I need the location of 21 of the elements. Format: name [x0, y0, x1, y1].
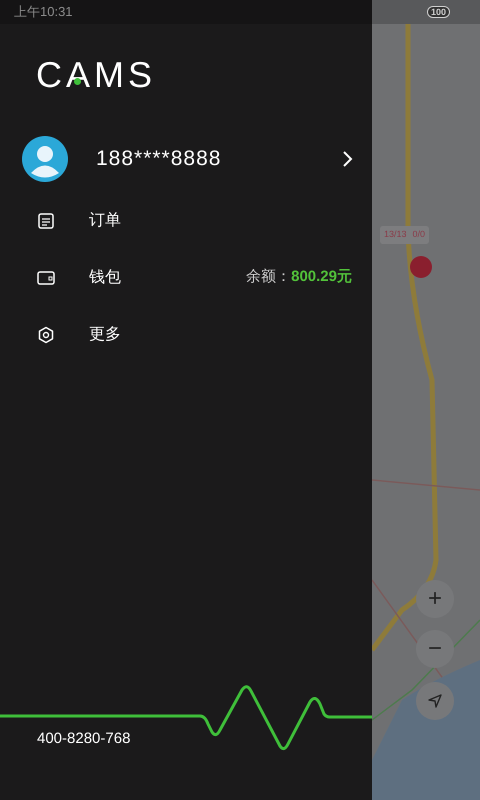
badge-count: 13/13: [384, 228, 407, 242]
logo: CAMS: [36, 56, 156, 94]
avatar-icon: [22, 136, 68, 182]
profile-row[interactable]: 188****8888: [0, 134, 372, 184]
badge-count: 0/0: [412, 228, 426, 242]
balance-label: 余额：: [246, 267, 292, 288]
hotline-number: 400-8280-768: [37, 729, 130, 749]
menu-label: 钱包: [89, 268, 122, 288]
balance-amount: 800.29元: [291, 267, 352, 288]
menu-label: 订单: [89, 210, 122, 230]
list-icon: [37, 212, 55, 230]
status-time: 上午10:31: [14, 3, 73, 22]
menu-item[interactable]: 钱包 余额：800.29元: [0, 249, 372, 306]
menu-item[interactable]: 更多: [0, 306, 372, 363]
navigation-arrow-icon: [427, 693, 443, 709]
chevron-icon: [342, 150, 354, 168]
wallet-icon: [37, 268, 55, 286]
gear-icon: [37, 326, 55, 344]
phone-number: 188****8888: [96, 146, 222, 172]
menu-label: 更多: [89, 324, 122, 344]
menu-item[interactable]: 订单: [0, 192, 372, 249]
